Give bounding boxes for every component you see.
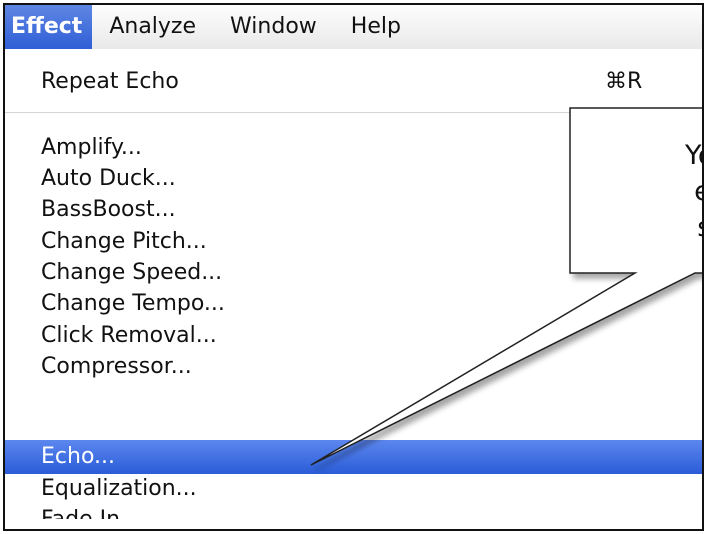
- callout-line: You c: [685, 140, 702, 171]
- callout-text: You c effe sec: [570, 138, 702, 246]
- callout-line: sec: [570, 210, 702, 246]
- callout-bubble: [310, 107, 702, 466]
- callout-line: effe: [570, 174, 702, 210]
- screenshot-frame: Effect Analyze Window Help Repeat Echo ⌘…: [3, 3, 704, 531]
